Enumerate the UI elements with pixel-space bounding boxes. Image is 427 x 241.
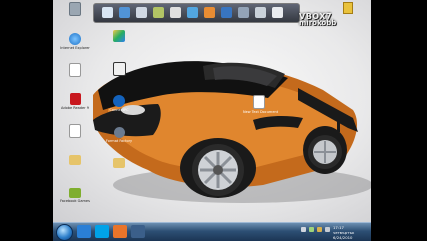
folder-icon-2[interactable] [103,158,135,168]
connect-icon [113,95,125,107]
icon-label: Internet Explorer [60,46,90,50]
icon-label: Facebook Games [60,199,90,203]
dock-app-icon[interactable] [119,7,130,18]
icon-label: ConnectPC [109,108,129,112]
document-icon [69,63,81,77]
flag-icon[interactable] [317,227,322,232]
firefox-taskbar-button[interactable] [113,225,127,238]
dock-app-icon[interactable] [102,7,113,18]
document-icon [253,95,265,109]
counter-strike-icon[interactable] [103,62,135,77]
internet-explorer-icon[interactable]: Internet Explorer [59,33,91,50]
dock-app-icon[interactable] [204,7,215,18]
dock-app-icon[interactable] [187,7,198,18]
system-tray: 17:17 четвъртък 6/24/2010 [299,224,369,240]
folder-glyph-icon [113,158,125,168]
icon-label: New Text Document [243,110,279,114]
file-icon[interactable] [59,63,91,78]
skype-taskbar-button[interactable] [95,225,109,238]
window-taskbar-button[interactable] [131,225,145,238]
tray-app-icon[interactable] [325,227,330,232]
desktop[interactable]: Internet Explorer Adobe Reader 9 Faceboo… [53,0,371,222]
screen-frame: Internet Explorer Adobe Reader 9 Faceboo… [0,0,427,241]
folder-icon[interactable] [59,155,91,166]
document-icon [69,124,81,138]
dock-app-icon[interactable] [153,7,164,18]
speaker-icon[interactable] [301,227,306,232]
clock-date: 6/24/2010 [333,235,353,240]
watermark: VBOX7 mirokobb [299,12,349,27]
car-wallpaper [93,61,371,203]
app-icon[interactable] [103,30,135,42]
windows-logo-icon [113,30,125,42]
dock-app-icon[interactable] [272,7,283,18]
teamviewer-icon[interactable]: ConnectPC [103,95,135,112]
notification-icon[interactable] [343,2,353,14]
dock-app-icon[interactable] [255,7,266,18]
icon-label: Adobe Reader 9 [61,106,89,110]
file-icon-2[interactable] [59,124,91,139]
pdf-icon [69,93,81,105]
recycle-bin-icon[interactable] [59,2,91,17]
soldier-icon [112,62,126,76]
icon-label: Format Factory [105,139,133,143]
trash-icon [69,2,81,16]
format-factory-icon[interactable]: Format Factory [103,127,135,143]
start-button[interactable] [56,224,73,241]
ie-taskbar-button[interactable] [77,225,91,238]
dock-app-icon[interactable] [170,7,181,18]
dock-app-icon[interactable] [136,7,147,18]
dock-app-icon[interactable] [221,7,232,18]
folder-glyph-icon [69,155,81,165]
network-icon[interactable] [309,227,314,232]
dock-app-icon[interactable] [238,7,249,18]
watermark-line2: mirokobb [299,19,337,27]
gear-icon [113,127,125,138]
taskbar: 17:17 четвъртък 6/24/2010 [53,222,371,241]
skype-desktop-icon[interactable]: Facebook Games [59,188,91,203]
green-app-icon [69,188,81,198]
adobe-reader-icon[interactable]: Adobe Reader 9 [59,93,91,110]
dock-bar [93,3,300,23]
ie-logo-icon [69,33,81,45]
text-document-icon[interactable]: New Text Document [243,95,279,114]
